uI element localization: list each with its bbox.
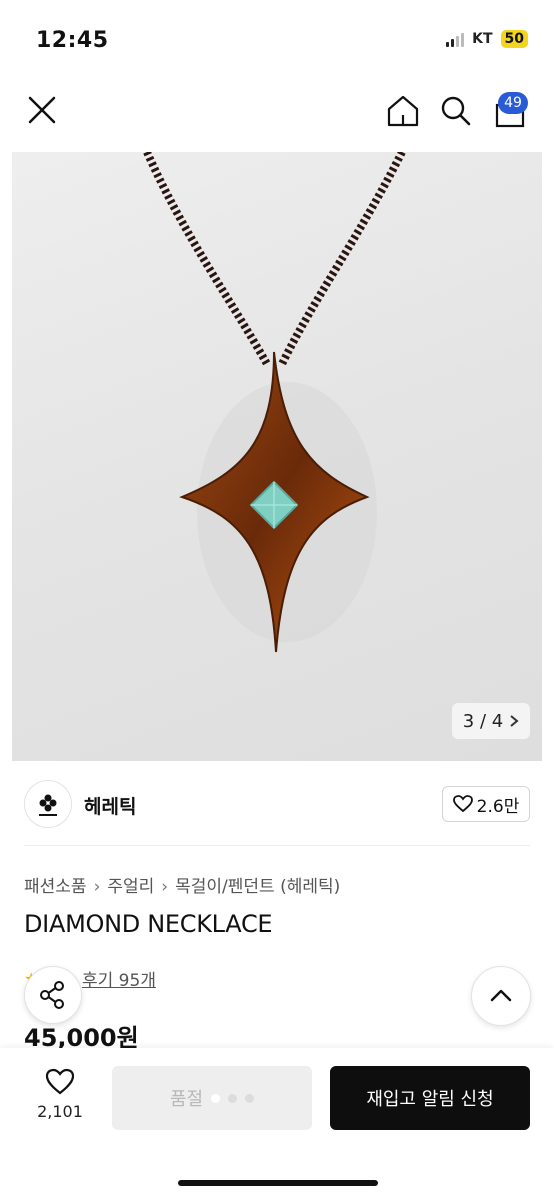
bottom-action-bar: 2,101 품절 재입고 알림 신청 [0, 1048, 554, 1200]
home-button[interactable] [385, 93, 421, 129]
cart-badge: 49 [498, 92, 528, 114]
breadcrumb: 패션소품 › 주얼리 › 목걸이/펜던트 (헤레틱) [24, 872, 340, 897]
loading-dots [211, 1093, 255, 1103]
necklace-photo [143, 152, 406, 653]
search-button[interactable] [438, 93, 474, 129]
top-nav [0, 80, 554, 146]
heart-icon [45, 1068, 75, 1095]
close-button[interactable] [22, 90, 62, 130]
product-title: DIAMOND NECKLACE [24, 910, 273, 938]
brand-like-button[interactable]: 2.6만 [442, 786, 530, 822]
status-time: 12:45 [36, 28, 109, 53]
chevron-right-icon: › [93, 877, 101, 897]
chevron-right-icon [510, 715, 519, 727]
image-counter[interactable]: 3 / 4 [452, 703, 530, 739]
signal-icon [446, 31, 465, 47]
brand-like-count: 2.6만 [476, 796, 520, 817]
share-button[interactable] [24, 966, 82, 1024]
review-link[interactable]: 후기 95개 [82, 966, 156, 991]
status-indicators: KT 50 [446, 30, 528, 48]
breadcrumb-item[interactable]: 목걸이/펜던트 (헤레틱) [175, 877, 340, 897]
scroll-top-button[interactable] [471, 966, 531, 1026]
heart-icon [452, 795, 473, 813]
status-bar: 12:45 KT 50 [0, 0, 554, 80]
chevron-up-icon [490, 989, 512, 1002]
image-counter-label: 3 / 4 [462, 710, 504, 732]
breadcrumb-item[interactable]: 패션소품 [24, 877, 87, 897]
home-indicator [178, 1180, 378, 1186]
carrier-label: KT [472, 31, 493, 47]
chevron-right-icon: › [161, 877, 169, 897]
share-icon [40, 981, 64, 1009]
brand-row: 헤레틱 2.6만 [0, 770, 554, 840]
product-image[interactable] [12, 152, 542, 761]
soldout-label: 품절 [169, 1089, 204, 1110]
brand-logo-mark [39, 794, 57, 816]
search-icon [441, 96, 471, 126]
restock-alert-button[interactable]: 재입고 알림 신청 [330, 1066, 530, 1130]
restock-alert-label: 재입고 알림 신청 [366, 1089, 494, 1110]
battery-indicator: 50 [500, 30, 528, 48]
wish-button[interactable]: 2,101 [30, 1068, 90, 1128]
home-icon [387, 95, 419, 127]
soldout-button: 품절 [112, 1066, 312, 1130]
wish-count: 2,101 [37, 1102, 83, 1121]
breadcrumb-item[interactable]: 주얼리 [107, 877, 154, 897]
brand-name[interactable]: 헤레틱 [84, 792, 136, 819]
divider [24, 845, 530, 846]
close-icon [28, 96, 56, 124]
brand-logo[interactable] [24, 780, 72, 828]
